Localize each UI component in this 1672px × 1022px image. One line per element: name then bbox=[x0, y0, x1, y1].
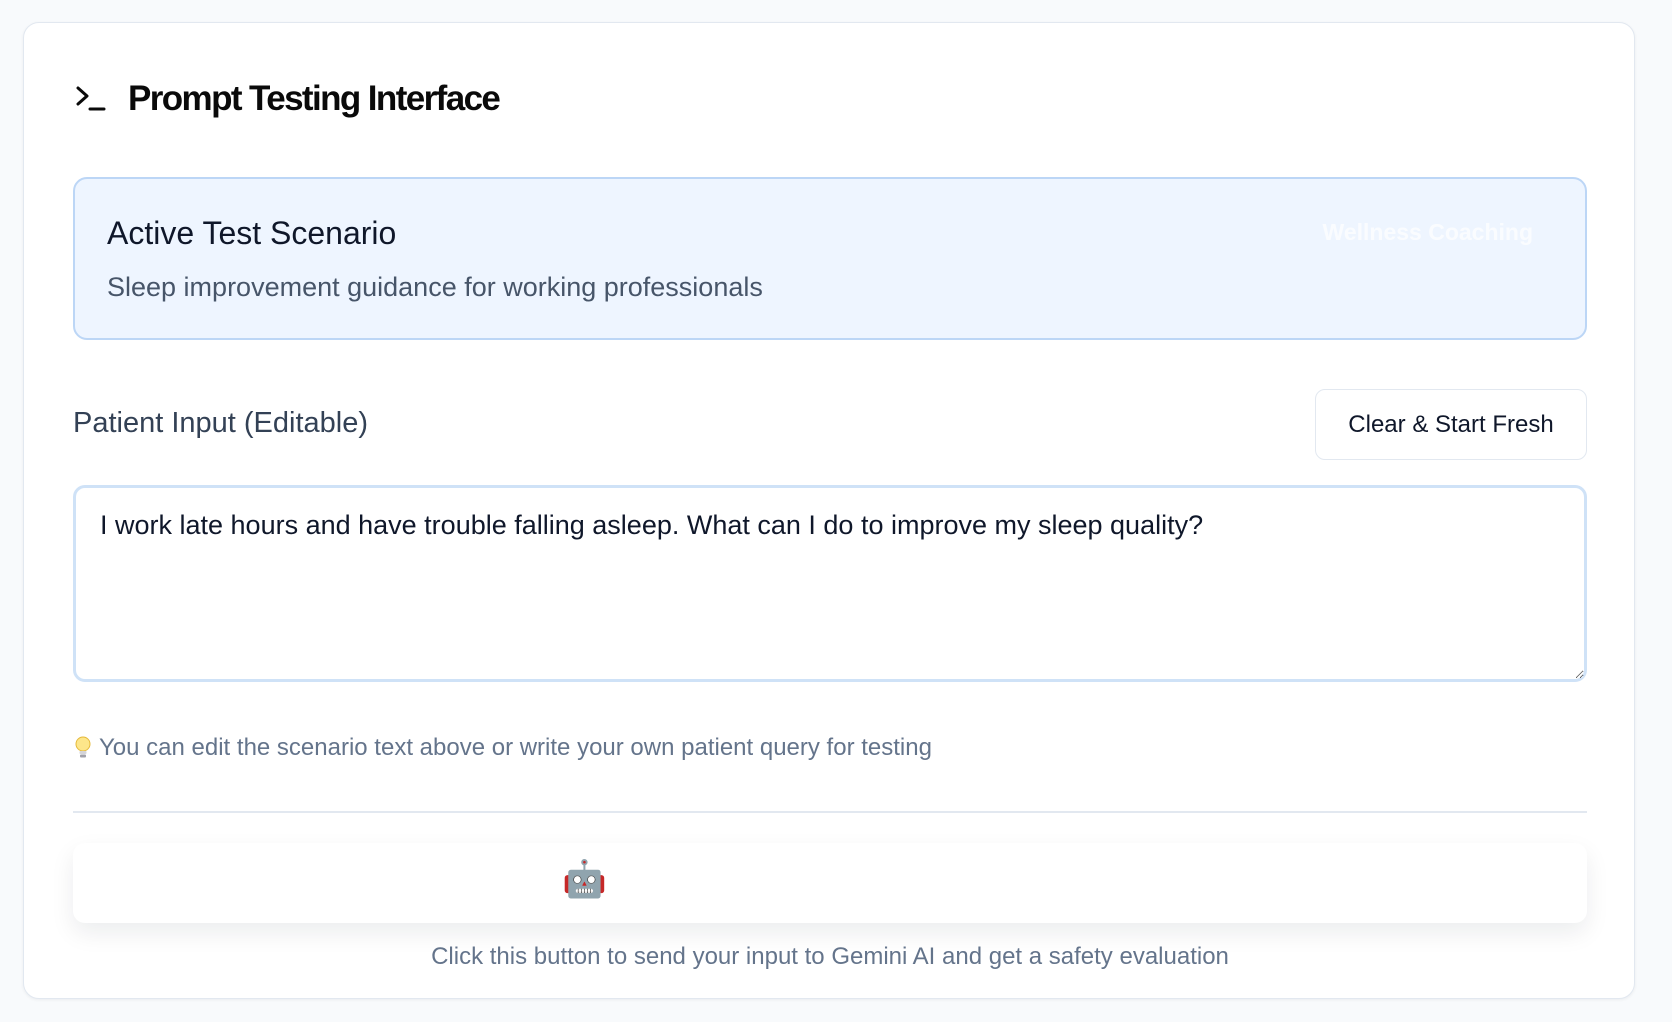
robot-icon: 🤖 bbox=[562, 858, 607, 899]
page-header: Prompt Testing Interface bbox=[74, 79, 501, 119]
scenario-heading: Active Test Scenario bbox=[107, 215, 397, 251]
send-to-gemini-button[interactable]: 🤖 bbox=[73, 843, 1587, 923]
lightbulb-icon bbox=[75, 736, 91, 758]
input-hint: You can edit the scenario text above or … bbox=[73, 734, 932, 762]
scenario-description: Sleep improvement guidance for working p… bbox=[107, 272, 763, 302]
prompt-testing-card: Prompt Testing Interface Active Test Sce… bbox=[23, 22, 1635, 999]
send-button-hint: Click this button to send your input to … bbox=[431, 943, 1229, 970]
patient-input-label: Patient Input (Editable) bbox=[73, 407, 369, 439]
input-hint-text: You can edit the scenario text above or … bbox=[99, 734, 932, 761]
patient-input-field[interactable]: I work late hours and have trouble falli… bbox=[73, 485, 1587, 682]
scenario-category-badge: Wellness Coaching bbox=[1322, 219, 1533, 245]
section-divider bbox=[73, 811, 1587, 813]
page-title: Prompt Testing Interface bbox=[128, 79, 501, 118]
clear-start-fresh-button[interactable]: Clear & Start Fresh bbox=[1315, 389, 1587, 460]
active-scenario-panel: Active Test Scenario Sleep improvement g… bbox=[73, 177, 1587, 340]
terminal-icon bbox=[76, 86, 106, 111]
